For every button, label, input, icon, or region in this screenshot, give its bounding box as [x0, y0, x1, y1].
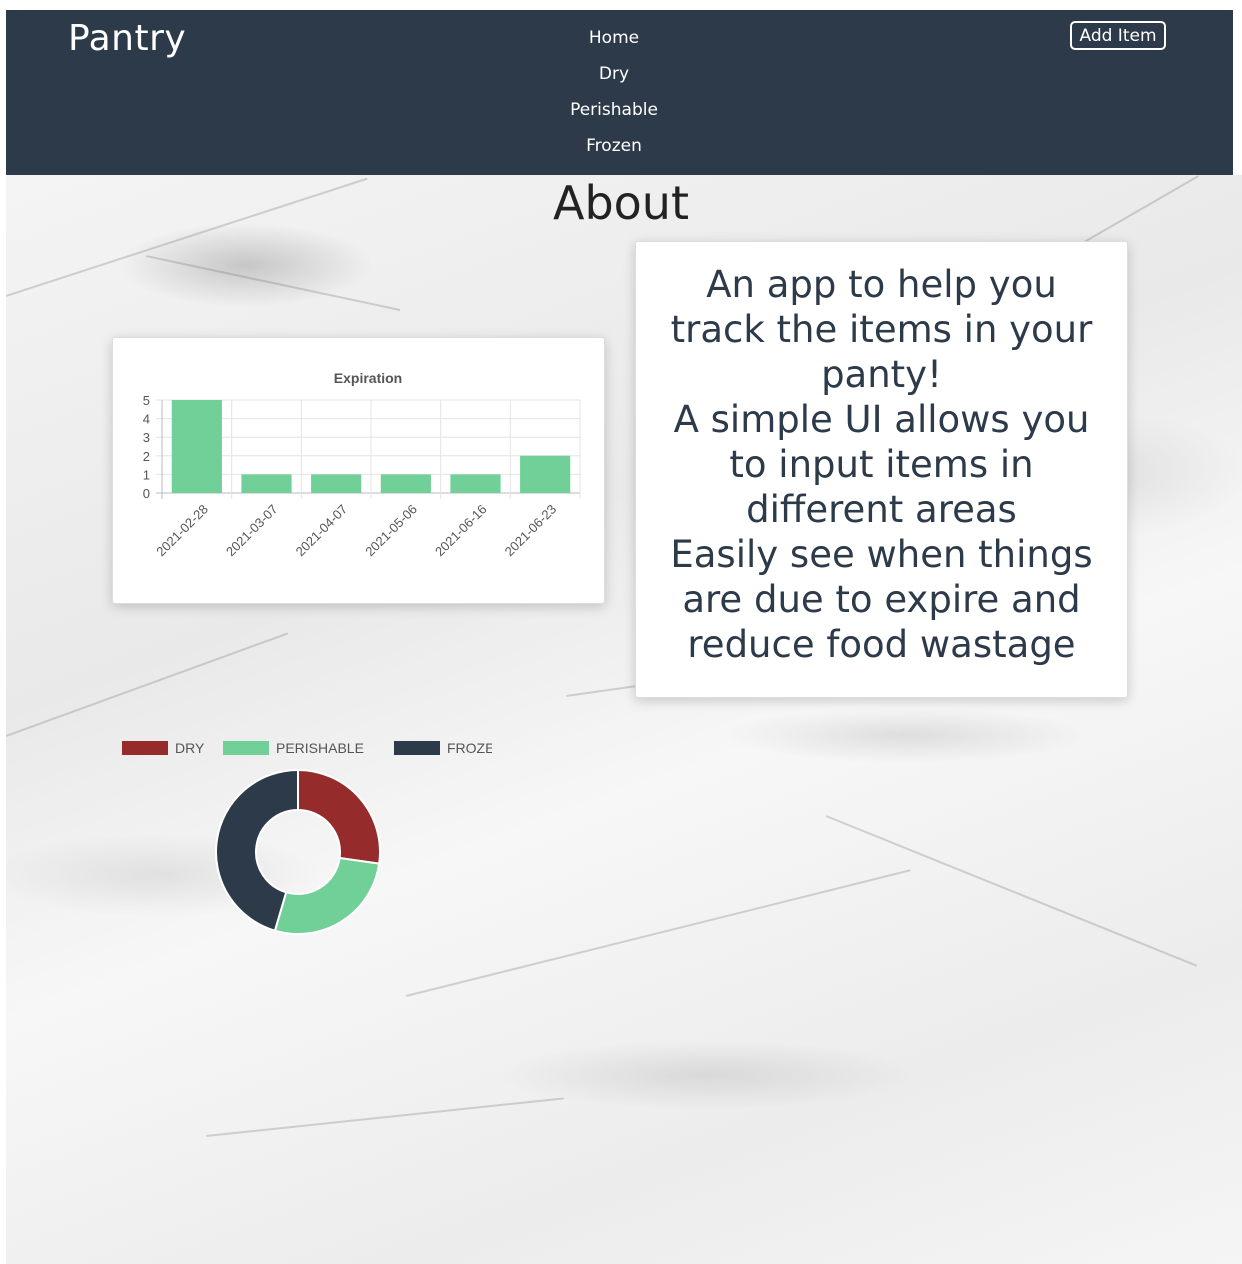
- bar: [450, 474, 501, 493]
- nav-links: Home Dry Perishable Frozen: [514, 24, 714, 168]
- marble-vein: [205, 1097, 565, 1137]
- y-tick-label: 5: [143, 393, 150, 408]
- marble-vein: [825, 815, 1198, 967]
- legend-label: FROZEN: [447, 740, 492, 756]
- bar: [380, 474, 431, 493]
- expiration-bar-chart: Expiration0123452021-02-28 2021-03-07 2021…: [143, 370, 581, 560]
- bar: [241, 474, 292, 493]
- legend-label: DRY: [175, 740, 205, 756]
- x-tick-label: 2021-03-07: [223, 502, 281, 560]
- about-line: An app to help you track the items in yo…: [670, 263, 1093, 396]
- y-tick-label: 4: [143, 412, 150, 427]
- bar: [311, 474, 362, 493]
- add-item-button[interactable]: Add Item: [1070, 21, 1166, 50]
- page-top-margin: [0, 0, 1242, 10]
- category-doughnut-chart: DRY PERISHABLE FROZEN: [122, 740, 505, 935]
- y-tick-label: 0: [143, 486, 150, 501]
- navbar: Pantry Home Dry Perishable Frozen Add It…: [6, 10, 1233, 175]
- nav-link-home[interactable]: Home: [514, 24, 714, 60]
- x-tick-label: 2021-06-23: [502, 502, 560, 560]
- x-tick-label: 2021-02-28: [153, 502, 211, 560]
- bar: [171, 400, 222, 493]
- legend-swatch: [122, 741, 168, 755]
- page-title: About: [552, 176, 689, 230]
- marble-vein: [145, 255, 401, 312]
- legend-swatch: [223, 741, 269, 755]
- x-tick-label: 2021-06-16: [432, 502, 490, 560]
- x-tick-label: 2021-04-07: [293, 502, 351, 560]
- nav-link-frozen[interactable]: Frozen: [514, 132, 714, 168]
- category-chart: DRY PERISHABLE FROZEN: [112, 730, 505, 960]
- doughnut-slice: [297, 768, 381, 865]
- nav-link-dry[interactable]: Dry: [514, 60, 714, 96]
- marble-vein: [6, 632, 289, 737]
- legend-swatch: [394, 741, 440, 755]
- about-line: Easily see when things are due to expire…: [670, 533, 1093, 666]
- expiration-chart-card: Expiration 0 1 2 3 4 5 2021-02-28 2021-03-07 2021…: [112, 337, 605, 604]
- about-line: A simple UI allows you to input items in…: [673, 398, 1090, 531]
- about-description: An app to help you track the items in yo…: [656, 262, 1107, 667]
- brand-logo[interactable]: Pantry: [68, 18, 186, 59]
- legend-label: PERISHABLE: [276, 740, 364, 756]
- about-card: An app to help you track the items in yo…: [635, 241, 1128, 698]
- chart-title: Expiration: [334, 370, 402, 386]
- nav-link-perishable[interactable]: Perishable: [514, 96, 714, 132]
- bar: [520, 455, 571, 493]
- y-tick-label: 2: [143, 449, 150, 464]
- y-tick-label: 1: [143, 467, 150, 482]
- doughnut-slice: [273, 856, 381, 935]
- y-tick-label: 3: [143, 430, 150, 445]
- x-tick-label: 2021-05-06: [362, 502, 420, 560]
